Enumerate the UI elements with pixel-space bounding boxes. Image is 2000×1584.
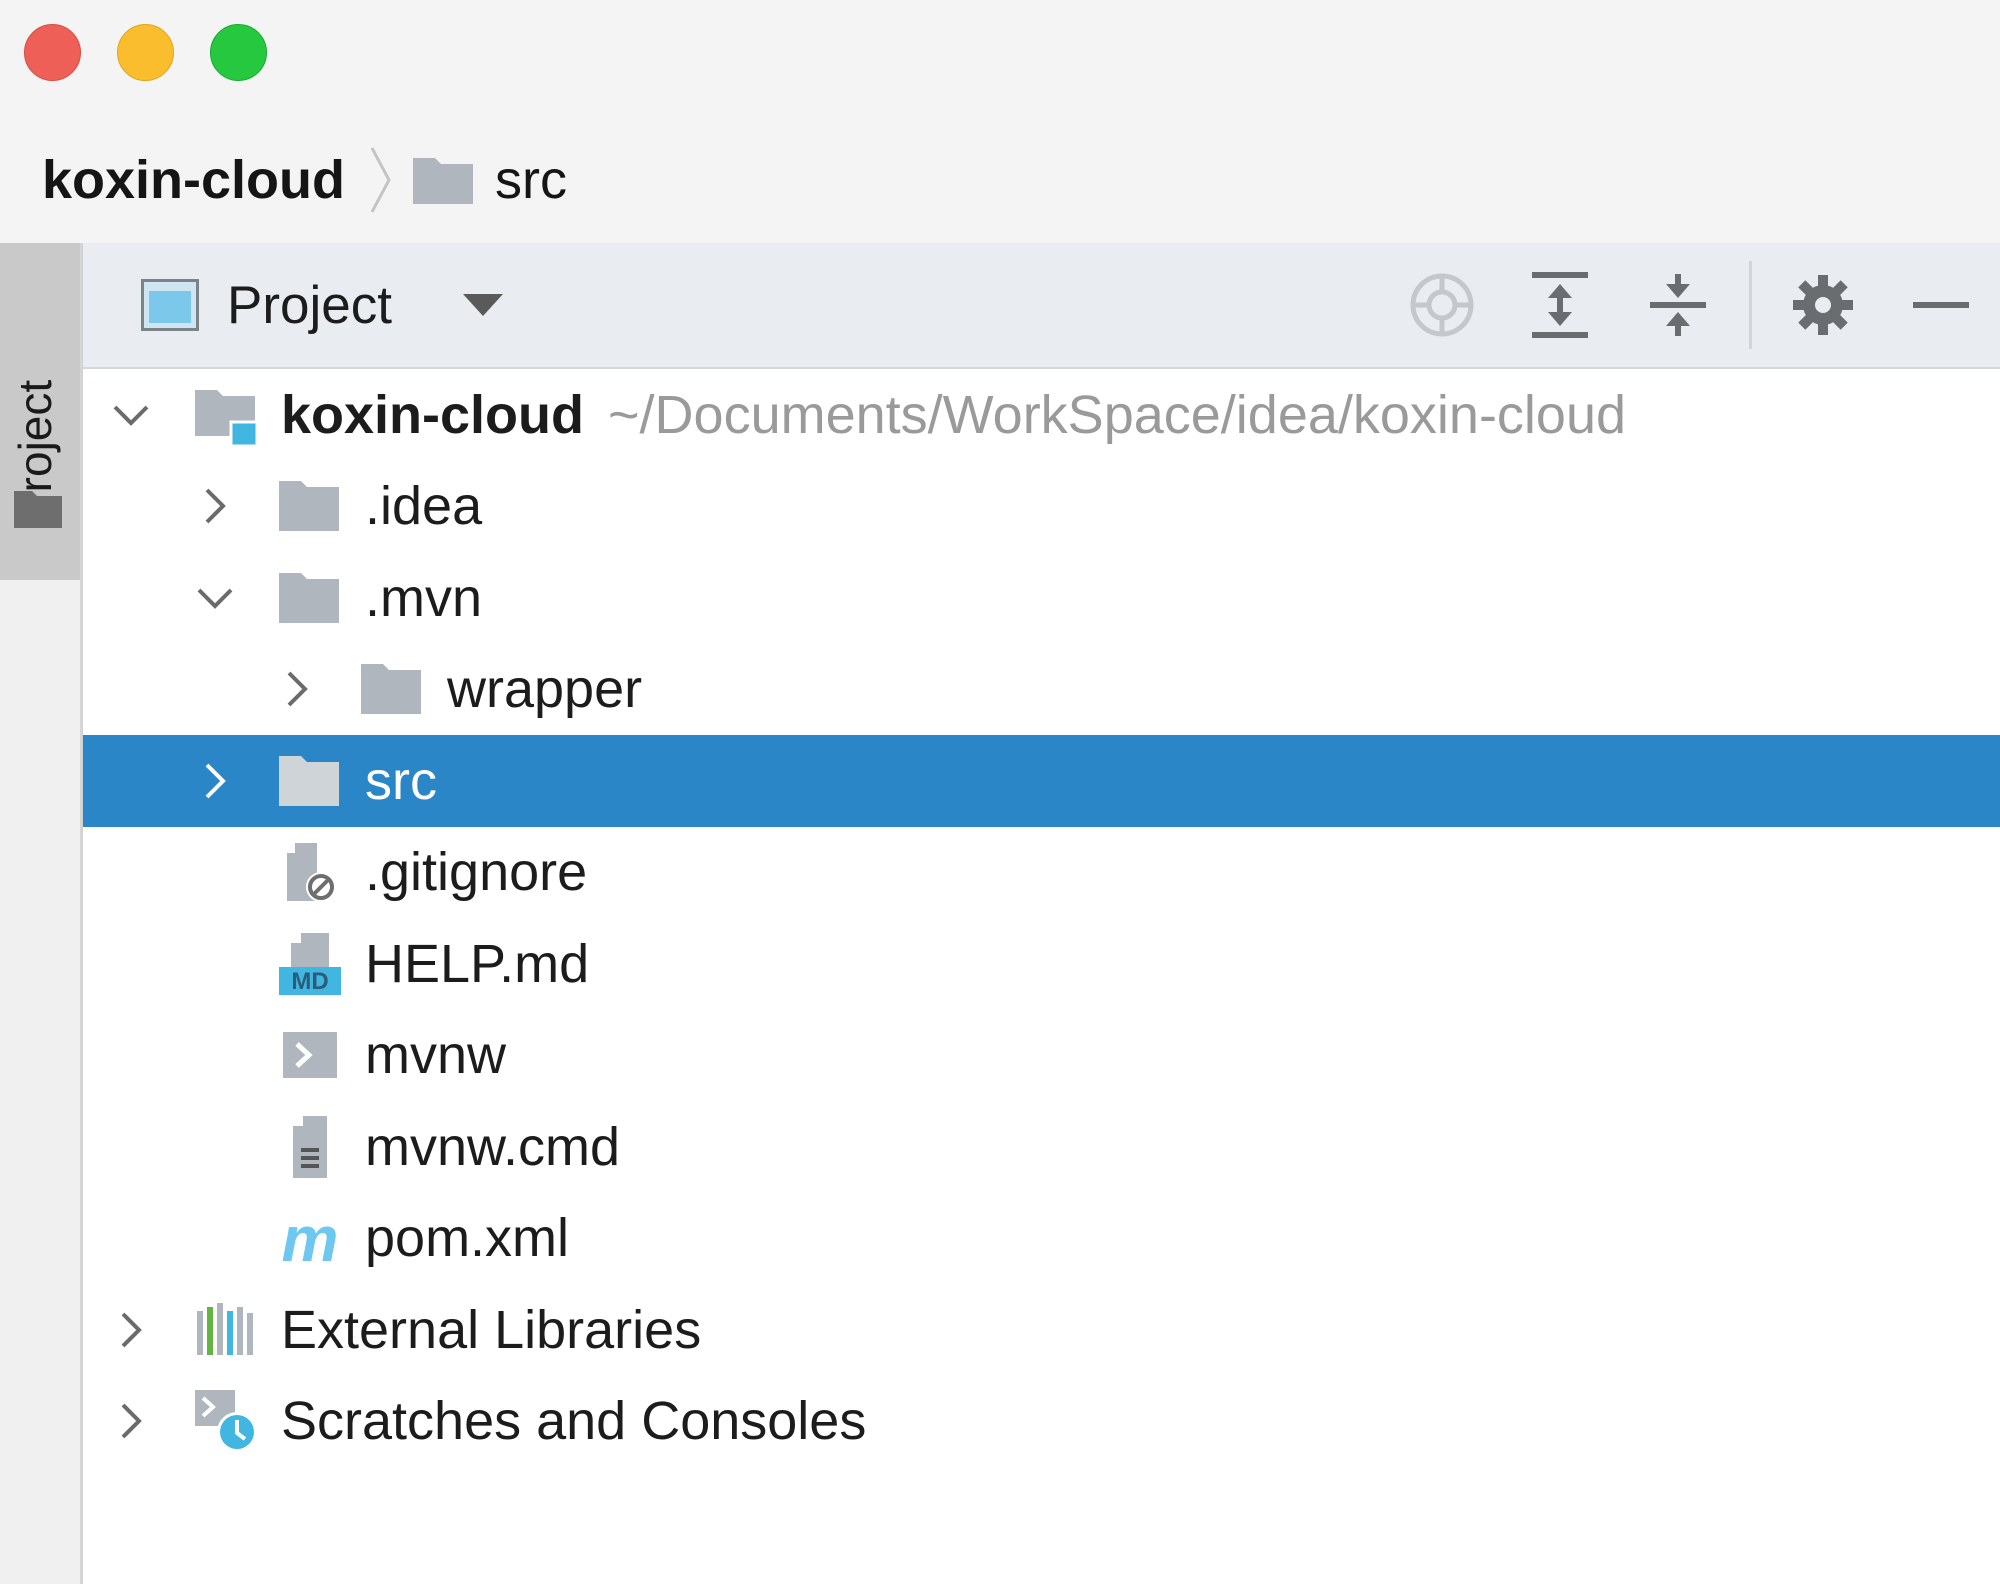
folder-icon: [279, 572, 339, 623]
markdown-file-icon: MD: [279, 932, 341, 995]
tree-row-wrapper[interactable]: wrapper: [83, 644, 2000, 736]
breadcrumb-root[interactable]: koxin-cloud: [42, 149, 345, 211]
collapse-all-icon: [1650, 274, 1706, 336]
tree-label-mvnw-cmd: mvnw.cmd: [365, 1116, 621, 1177]
tree-row-scratches[interactable]: Scratches and Consoles: [83, 1376, 2000, 1468]
text-file-icon: [293, 1115, 327, 1178]
tool-window-strip: Project: [0, 243, 82, 1584]
maven-badge: m: [282, 1205, 339, 1271]
tree-row-mvnw[interactable]: mvnw: [83, 1010, 2000, 1102]
folder-icon: [279, 755, 339, 806]
collapse-all-button[interactable]: [1619, 255, 1737, 355]
toolbar-divider: [1749, 261, 1752, 349]
tree-row-mvnw-cmd[interactable]: mvnw.cmd: [83, 1101, 2000, 1193]
tree-row-src[interactable]: src: [83, 735, 2000, 827]
close-window-button[interactable]: [24, 24, 81, 81]
root-name: koxin-cloud: [281, 384, 585, 445]
project-tool-tab[interactable]: Project: [0, 243, 80, 580]
folder-icon: [361, 664, 421, 715]
project-tree: koxin-cloud ~/Documents/WorkSpace/idea/ko…: [83, 369, 2000, 1467]
view-mode-dropdown[interactable]: Project: [141, 275, 504, 336]
libraries-icon: [197, 1302, 253, 1355]
md-badge: MD: [291, 968, 328, 995]
minimize-window-button[interactable]: [117, 24, 174, 81]
tree-label-src: src: [365, 750, 437, 811]
tree-label-help-md: HELP.md: [365, 933, 590, 994]
project-panel-header: Project: [83, 243, 2000, 369]
ignore-file-icon: [287, 843, 336, 903]
module-folder-icon: [195, 389, 259, 448]
panel-toolbar: [1383, 243, 2000, 367]
folder-icon: [413, 158, 474, 204]
breadcrumb: koxin-cloud src: [42, 140, 567, 220]
tree-label-root: koxin-cloud ~/Documents/WorkSpace/idea/ko…: [281, 384, 1626, 446]
tree-row-root[interactable]: koxin-cloud ~/Documents/WorkSpace/idea/ko…: [83, 369, 2000, 461]
chevron-right-icon: [121, 1312, 142, 1348]
chevron-down-icon: [462, 294, 503, 316]
tree-row-external-libraries[interactable]: External Libraries: [83, 1284, 2000, 1376]
chevron-right-icon: [121, 1403, 142, 1439]
chevron-right-icon: [287, 671, 308, 707]
tree-row-help-md[interactable]: MD HELP.md: [83, 918, 2000, 1010]
minimize-icon: [1913, 302, 1969, 308]
maven-file-icon: m: [282, 1205, 339, 1271]
breadcrumb-current[interactable]: src: [495, 149, 567, 211]
maximize-window-button[interactable]: [210, 24, 267, 81]
project-panel: Project koxin-cloud ~/Documents/WorkSpac…: [82, 243, 2000, 1584]
project-view-icon: [141, 279, 199, 331]
hide-panel-button[interactable]: [1882, 255, 2000, 355]
tree-row-pom-xml[interactable]: m pom.xml: [83, 1193, 2000, 1285]
scratches-icon: [195, 1390, 257, 1453]
chevron-right-icon: [205, 488, 226, 524]
tree-label-external-libraries: External Libraries: [281, 1299, 702, 1360]
tree-label-gitignore: .gitignore: [365, 842, 588, 903]
tree-label-mvn: .mvn: [365, 567, 483, 628]
shell-script-icon: [283, 1032, 337, 1079]
expand-all-icon: [1532, 272, 1588, 338]
tree-label-pom-xml: pom.xml: [365, 1208, 570, 1269]
tree-row-idea[interactable]: .idea: [83, 461, 2000, 553]
locate-button[interactable]: [1383, 255, 1501, 355]
chevron-right-icon: [205, 763, 226, 799]
expand-all-button[interactable]: [1501, 255, 1619, 355]
window-controls: [24, 24, 267, 81]
view-mode-label: Project: [227, 275, 392, 335]
tree-label-idea: .idea: [365, 476, 483, 537]
settings-button[interactable]: [1764, 255, 1882, 355]
folder-icon: [14, 491, 62, 528]
breadcrumb-separator-icon: [370, 147, 391, 213]
folder-icon: [279, 481, 339, 532]
chevron-down-icon: [197, 588, 233, 609]
gear-icon: [1793, 275, 1853, 335]
chevron-down-icon: [113, 405, 149, 426]
tree-label-wrapper: wrapper: [447, 659, 643, 720]
tree-label-mvnw: mvnw: [365, 1025, 507, 1086]
tree-row-mvn[interactable]: .mvn: [83, 552, 2000, 644]
tree-row-gitignore[interactable]: .gitignore: [83, 827, 2000, 919]
locate-icon: [1410, 273, 1474, 337]
tree-label-scratches: Scratches and Consoles: [281, 1391, 867, 1452]
root-path: ~/Documents/WorkSpace/idea/koxin-cloud: [608, 384, 1627, 445]
